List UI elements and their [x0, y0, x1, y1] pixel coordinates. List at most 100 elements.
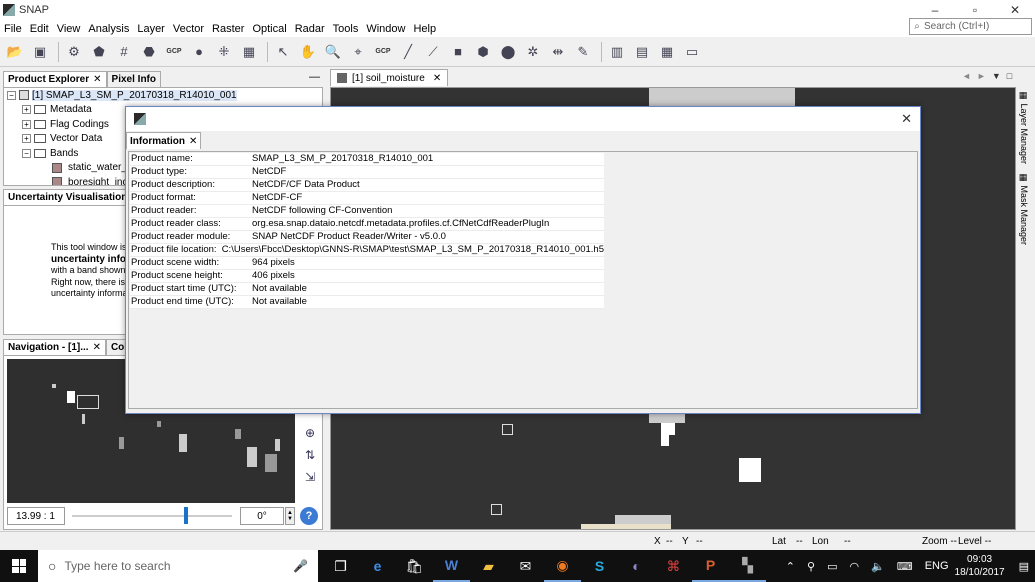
save-product-icon[interactable]: ▣ [29, 41, 51, 63]
menu-file[interactable]: File [0, 23, 26, 35]
acrobat-icon[interactable]: ⌘ [655, 550, 692, 582]
collapse-icon[interactable]: − [22, 148, 31, 158]
collapse-icon[interactable]: − [7, 90, 16, 100]
system-clock[interactable]: 09:03 18/10/2017 [955, 553, 1005, 579]
powerpoint-icon[interactable]: P [692, 550, 729, 582]
zoom-tool-icon[interactable]: 🔍 [322, 41, 344, 63]
open-product-icon[interactable]: 📂 [4, 41, 26, 63]
edge-browser-icon[interactable]: e [359, 550, 396, 582]
tree-product-node[interactable]: − [1] SMAP_L3_SM_P_20170318_R14010_001 [4, 88, 322, 103]
tab-layer-manager[interactable]: ▦ Layer Manager [1019, 91, 1029, 164]
pin-tool-icon[interactable]: ⌖ [347, 41, 369, 63]
graticule-icon[interactable]: # [113, 41, 135, 63]
line-draw-icon[interactable]: ╱ [397, 41, 419, 63]
snap-taskbar-icon[interactable]: ▚ [729, 550, 766, 582]
rotation-field[interactable]: 0° [240, 507, 284, 525]
rotation-spinner[interactable]: ▲ ▼ [285, 507, 295, 525]
volume-icon[interactable]: 🔈 [871, 560, 885, 573]
help-icon[interactable]: ? [300, 507, 318, 525]
viewport-rectangle[interactable] [77, 395, 99, 409]
tile-evenly-icon[interactable]: ▭ [681, 41, 703, 63]
tab-navigation[interactable]: Navigation - [1]... ✕ [3, 339, 106, 355]
mask-icon[interactable]: ● [188, 41, 210, 63]
menu-radar[interactable]: Radar [291, 23, 329, 35]
close-icon[interactable]: ✕ [189, 136, 197, 147]
microphone-icon[interactable]: 🎤 [293, 559, 308, 573]
menu-help[interactable]: Help [409, 23, 440, 35]
expand-icon[interactable]: + [22, 134, 31, 144]
tile-grid-icon[interactable]: ▦ [656, 41, 678, 63]
rectangle-draw-icon[interactable]: ■ [447, 41, 469, 63]
raster-grid-icon[interactable]: ▦ [238, 41, 260, 63]
close-icon[interactable]: ✕ [93, 342, 101, 353]
tile-vertical-icon[interactable]: ▤ [631, 41, 653, 63]
polyline-draw-icon[interactable]: ⟋ [422, 41, 444, 63]
menu-layer[interactable]: Layer [133, 23, 169, 35]
pan-tool-icon[interactable]: ✋ [297, 41, 319, 63]
scroll-left-icon[interactable]: ◄ [962, 71, 971, 81]
skype-icon[interactable]: S [581, 550, 618, 582]
language-indicator[interactable]: ENG [925, 560, 949, 572]
pencil-icon[interactable]: ✎ [572, 41, 594, 63]
close-icon[interactable]: ✕ [93, 74, 101, 85]
scale-field[interactable]: 13.99 : 1 [7, 507, 65, 525]
scroll-right-icon[interactable]: ► [977, 71, 986, 81]
tab-list-icon[interactable]: ▼ [992, 71, 1001, 81]
band-maths-icon[interactable]: ⚙ [63, 41, 85, 63]
close-icon[interactable]: ✕ [433, 73, 441, 84]
expand-icon[interactable]: + [22, 119, 31, 129]
sync-views-icon[interactable]: ⇅ [305, 448, 315, 470]
menu-window[interactable]: Window [362, 23, 409, 35]
zoom-slider-thumb[interactable] [184, 507, 188, 524]
zoom-slider-track[interactable] [72, 515, 232, 517]
mosaic-icon[interactable]: ⬣ [138, 41, 160, 63]
menu-analysis[interactable]: Analysis [84, 23, 133, 35]
tab-uncertainty-visualisation[interactable]: Uncertainty Visualisation [3, 189, 133, 205]
show-hidden-icons[interactable]: ⌃ [786, 560, 795, 573]
wifi-icon[interactable]: ◠ [849, 560, 859, 573]
tab-mask-manager[interactable]: ▦ Mask Manager [1019, 173, 1029, 245]
dialog-close-button[interactable]: ✕ [901, 111, 912, 127]
menu-optical[interactable]: Optical [248, 23, 290, 35]
task-view-icon[interactable]: ❐ [322, 550, 359, 582]
sync-cursor-icon[interactable]: ⇲ [305, 470, 315, 492]
range-finder-icon[interactable]: ⇹ [547, 41, 569, 63]
polygon-draw-icon[interactable]: ⬢ [472, 41, 494, 63]
tab-pixel-info[interactable]: Pixel Info [106, 71, 161, 87]
search-input[interactable]: ⌕ Search (Ctrl+I) [909, 18, 1032, 35]
store-icon[interactable]: 🛍 [396, 550, 433, 582]
battery-icon[interactable]: ▭ [827, 560, 837, 573]
keyboard-icon[interactable]: ⌨ [897, 560, 913, 573]
maximize-view-icon[interactable]: □ [1007, 71, 1012, 81]
start-button[interactable] [0, 550, 38, 582]
ellipse-draw-icon[interactable]: ⬤ [497, 41, 519, 63]
firefox-icon[interactable]: ◉ [544, 550, 581, 582]
maximize-button[interactable]: ▫ [955, 0, 995, 20]
tile-horizontal-icon[interactable]: ▥ [606, 41, 628, 63]
menu-view[interactable]: View [53, 23, 85, 35]
minimize-panel-icon[interactable]: — [309, 71, 320, 83]
menu-edit[interactable]: Edit [26, 23, 53, 35]
taskbar-search-input[interactable]: ○ Type here to search 🎤 [38, 550, 318, 582]
reprojection-icon[interactable]: ⬟ [88, 41, 110, 63]
zoom-in-icon[interactable]: ⊕ [305, 426, 315, 448]
tab-information[interactable]: Information ✕ [126, 132, 202, 149]
gcp-tool-icon[interactable]: GCP [163, 41, 185, 63]
gcp-placing-icon[interactable]: GCP [372, 41, 394, 63]
menu-vector[interactable]: Vector [169, 23, 208, 35]
notifications-icon[interactable]: ▤ [1019, 560, 1029, 573]
menu-raster[interactable]: Raster [208, 23, 248, 35]
tab-product-explorer[interactable]: Product Explorer ✕ [3, 71, 107, 87]
controller-icon[interactable]: ⚲ [807, 560, 815, 573]
eclipse-icon[interactable]: ◐ [618, 550, 655, 582]
menu-tools[interactable]: Tools [329, 23, 363, 35]
close-button[interactable]: ✕ [995, 0, 1035, 20]
tab-soil-moisture[interactable]: [1] soil_moisture ✕ [330, 69, 449, 86]
pixel-grid-icon[interactable]: ⁜ [213, 41, 235, 63]
select-tool-icon[interactable]: ↖ [272, 41, 294, 63]
word-icon[interactable]: W [433, 550, 470, 582]
expand-icon[interactable]: + [22, 105, 31, 115]
spinner-down-icon[interactable]: ▼ [287, 516, 293, 522]
magic-wand-icon[interactable]: ✲ [522, 41, 544, 63]
file-explorer-icon[interactable]: ▰ [470, 550, 507, 582]
